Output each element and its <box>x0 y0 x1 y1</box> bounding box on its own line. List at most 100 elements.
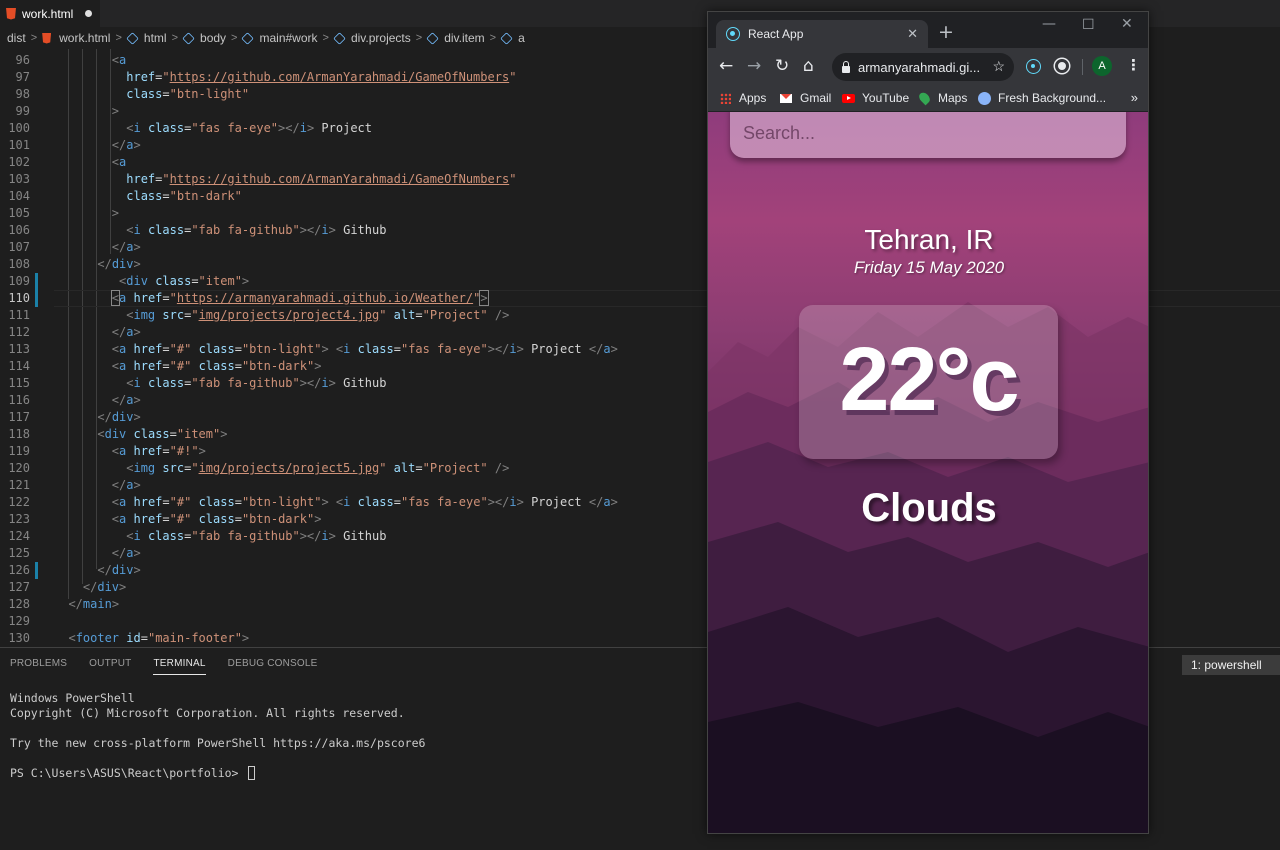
bookmark-fresh-background[interactable]: Fresh Background... <box>978 91 1106 105</box>
terminal-prompt: PS C:\Users\ASUS\React\portfolio> <box>10 766 246 780</box>
unsaved-dot-icon[interactable] <box>85 10 93 17</box>
bookmark-youtube[interactable]: YouTube <box>842 91 909 105</box>
toolbar-divider <box>1082 59 1083 75</box>
minimize-icon[interactable]: — <box>1042 16 1056 32</box>
line-number: 96 <box>15 53 30 67</box>
breadcrumb-item[interactable]: div.projects <box>351 31 411 45</box>
line-number: 129 <box>8 614 30 628</box>
line-number: 130 <box>8 631 30 645</box>
line-number: 124 <box>8 529 30 543</box>
bookmark-label: YouTube <box>862 91 910 105</box>
browser-toolbar: ← → ↻ ⌂ armanyarahmadi.gi... ☆ A ⋮ <box>708 48 1148 86</box>
chevron-right-icon: > <box>231 32 238 44</box>
breadcrumb-item[interactable]: a <box>518 31 525 45</box>
temperature-value: 22°c <box>839 330 1019 430</box>
line-number: 123 <box>8 512 30 526</box>
code-string[interactable]: https://github.com/ArmanYarahmadi/GameOf… <box>170 70 510 84</box>
chevron-right-icon: > <box>489 32 497 44</box>
globe-icon <box>978 91 991 105</box>
address-bar[interactable]: armanyarahmadi.gi... ☆ <box>832 53 1014 81</box>
maps-pin-icon <box>917 90 932 106</box>
bookmark-star-icon[interactable]: ☆ <box>992 58 1005 75</box>
breadcrumb-item[interactable]: dist <box>7 31 26 45</box>
code-string: item <box>205 274 235 288</box>
search-input[interactable]: Search... <box>730 112 1126 158</box>
breadcrumb-item[interactable]: body <box>200 31 226 45</box>
terminal-prompt-line: PS C:\Users\ASUS\React\portfolio> <box>10 766 425 781</box>
more-menu-icon[interactable]: ⋮ <box>1126 56 1141 74</box>
profile-avatar[interactable]: A <box>1092 56 1112 76</box>
element-cube-icon <box>126 31 139 45</box>
code-string: fab fa-github <box>198 223 293 237</box>
element-cube-icon <box>182 31 195 45</box>
line-number: 114 <box>8 359 30 373</box>
bookmark-label: Fresh Background... <box>998 91 1107 105</box>
panel-tabs: PROBLEMS OUTPUT TERMINAL DEBUG CONSOLE <box>10 658 318 675</box>
element-cube-icon <box>333 31 346 45</box>
html5-icon <box>42 32 52 44</box>
close-tab-icon[interactable]: ✕ <box>907 26 918 42</box>
code-string: fab fa-github <box>198 529 293 543</box>
line-number: 125 <box>8 546 30 560</box>
tab-debug-console[interactable]: DEBUG CONSOLE <box>228 658 318 675</box>
chevron-right-icon: > <box>415 32 423 44</box>
line-number: 101 <box>8 138 30 152</box>
more-bookmarks-icon[interactable]: » <box>1131 90 1138 105</box>
new-tab-icon[interactable]: + <box>938 23 954 42</box>
browser-tab[interactable]: React App ✕ <box>716 20 928 48</box>
code-string[interactable]: img/projects/project5.jpg <box>199 461 380 475</box>
line-number: 103 <box>8 172 30 186</box>
forward-arrow-icon[interactable]: → <box>747 56 761 76</box>
line-number: 118 <box>8 427 30 441</box>
bookmark-maps[interactable]: Maps <box>917 90 967 106</box>
date-text: Friday 15 May 2020 <box>853 258 1005 277</box>
home-icon[interactable]: ⌂ <box>803 56 814 76</box>
editor-tab-label: work.html <box>22 6 74 21</box>
browser-titlebar: React App ✕ + — ☐ ✕ <box>708 12 1148 48</box>
editor-tab-work-html[interactable]: work.html <box>0 0 100 27</box>
code-text: Project <box>531 342 582 356</box>
maximize-icon[interactable]: ☐ <box>1082 17 1095 33</box>
chevron-right-icon: > <box>30 32 38 44</box>
line-number: 116 <box>8 393 30 407</box>
line-number: 122 <box>8 495 30 509</box>
reload-icon[interactable]: ↻ <box>775 56 789 76</box>
bookmark-gmail[interactable]: Gmail <box>780 91 831 105</box>
apps-grid-icon <box>720 92 731 104</box>
code-string: btn-dark <box>249 512 307 526</box>
breadcrumb-item[interactable]: div.item <box>444 31 484 45</box>
code-string: Project <box>429 308 481 322</box>
code-string: fas fa-eye <box>408 495 481 509</box>
react-favicon-icon <box>726 27 740 41</box>
terminal-select[interactable]: 1: powershell <box>1182 655 1280 675</box>
code-string[interactable]: https://armanyarahmadi.github.io/Weather… <box>177 291 473 305</box>
breadcrumb-item[interactable]: main#work <box>259 31 317 45</box>
breadcrumb-item[interactable]: html <box>144 31 167 45</box>
terminal-output[interactable]: Windows PowerShell Copyright (C) Microsof… <box>10 691 425 781</box>
chevron-right-icon: > <box>171 32 179 44</box>
code-string: btn-light <box>249 495 315 509</box>
line-number: 119 <box>8 444 30 458</box>
line-number: 127 <box>8 580 30 594</box>
react-devtools-extension-icon[interactable] <box>1026 59 1041 74</box>
extension-circle-icon[interactable] <box>1055 59 1069 73</box>
breadcrumb-item[interactable]: work.html <box>59 31 110 45</box>
line-number: 120 <box>8 461 30 475</box>
code-string: #! <box>176 444 192 458</box>
code-string: btn-dark <box>176 189 235 203</box>
close-window-icon[interactable]: ✕ <box>1121 16 1133 32</box>
code-string: item <box>184 427 214 441</box>
line-number: 99 <box>15 104 30 118</box>
line-number: 105 <box>8 206 30 220</box>
tab-terminal[interactable]: TERMINAL <box>153 658 206 675</box>
code-string[interactable]: https://github.com/ArmanYarahmadi/GameOf… <box>170 172 510 186</box>
line-number: 106 <box>8 223 30 237</box>
bookmark-apps[interactable]: Apps <box>720 91 766 105</box>
lock-icon[interactable] <box>842 60 850 73</box>
code-text: Github <box>343 529 387 543</box>
tab-output[interactable]: OUTPUT <box>89 658 131 675</box>
tab-problems[interactable]: PROBLEMS <box>10 658 67 675</box>
line-number: 113 <box>8 342 30 356</box>
back-arrow-icon[interactable]: ← <box>719 56 733 76</box>
code-string[interactable]: img/projects/project4.jpg <box>199 308 380 322</box>
